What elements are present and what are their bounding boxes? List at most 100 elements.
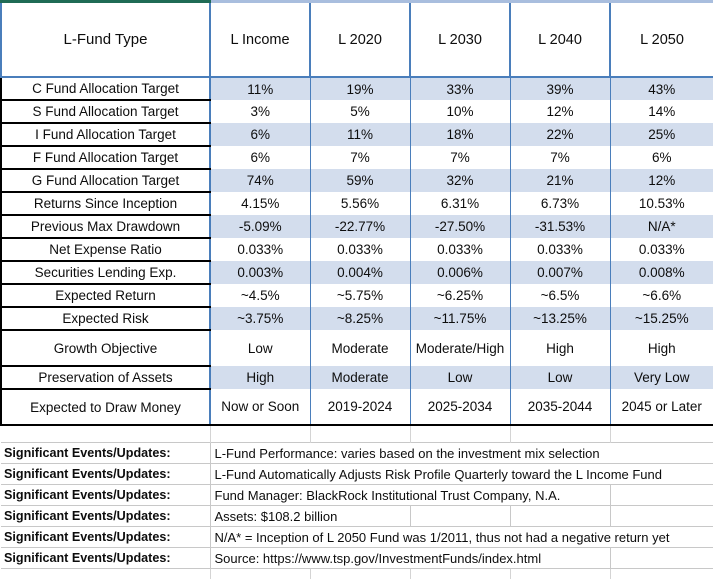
note-row: Significant Events/Updates:Source: https… [1,548,713,569]
note-filler-cell [610,548,713,569]
note-label: Significant Events/Updates: [1,506,210,527]
cell-value: 0.007% [510,261,610,284]
cell-value: 10.53% [610,192,713,215]
cell-value: ~4.5% [210,284,310,307]
note-row: Significant Events/Updates:Assets: $108.… [1,506,713,527]
row-label: Net Expense Ratio [1,238,210,261]
cell-value: 14% [610,100,713,123]
cell-value: 12% [510,100,610,123]
note-text: N/A* = Inception of L 2050 Fund was 1/20… [210,527,713,548]
cell-value: 0.003% [210,261,310,284]
cell-value: 0.033% [510,238,610,261]
spacer-cell [510,425,610,443]
l-fund-comparison-table: L-Fund Type L Income L 2020 L 2030 L 204… [0,0,713,579]
cell-value: 2035-2044 [510,389,610,425]
cell-value: ~3.75% [210,307,310,330]
cell-value: ~11.75% [410,307,510,330]
row-label: Previous Max Drawdown [1,215,210,238]
note-filler-cell [610,485,713,506]
spacer-cell [610,569,713,579]
cell-value: 0.004% [310,261,410,284]
cell-value: -31.53% [510,215,610,238]
cell-value: 43% [610,77,713,100]
table-row: G Fund Allocation Target74%59%32%21%12% [1,169,713,192]
table-row: C Fund Allocation Target11%19%33%39%43% [1,77,713,100]
spacer-cell [1,569,210,579]
spacer-cell [310,569,410,579]
cell-value: -22.77% [310,215,410,238]
cell-value: ~15.25% [610,307,713,330]
cell-value: 7% [310,146,410,169]
table-row: Securities Lending Exp.0.003%0.004%0.006… [1,261,713,284]
cell-value: ~6.6% [610,284,713,307]
cell-value: 0.033% [410,238,510,261]
cell-value: ~8.25% [310,307,410,330]
cell-value: 21% [510,169,610,192]
cell-value: 11% [210,77,310,100]
cell-value: 7% [510,146,610,169]
header-cell-l-2020: L 2020 [310,2,410,78]
table-row: Growth ObjectiveLowModerateModerate/High… [1,330,713,366]
cell-value: 0.033% [210,238,310,261]
header-cell-l-income: L Income [210,2,310,78]
cell-value: -5.09% [210,215,310,238]
cell-value: 0.033% [610,238,713,261]
table-row: Previous Max Drawdown-5.09%-22.77%-27.50… [1,215,713,238]
row-label: G Fund Allocation Target [1,169,210,192]
cell-value: 7% [410,146,510,169]
cell-value: 6% [210,123,310,146]
note-text: L-Fund Performance: varies based on the … [210,443,713,464]
cell-value: 18% [410,123,510,146]
table-row: Preservation of AssetsHighModerateLowLow… [1,366,713,389]
cell-value: ~6.5% [510,284,610,307]
cell-value: 5% [310,100,410,123]
table-row: Expected to Draw MoneyNow or Soon2019-20… [1,389,713,425]
note-row: Significant Events/Updates:L-Fund Automa… [1,464,713,485]
note-row: Significant Events/Updates:Fund Manager:… [1,485,713,506]
cell-value: 6% [610,146,713,169]
note-filler-cell [510,506,610,527]
table-footer-spacer [1,425,713,443]
cell-value: 4.15% [210,192,310,215]
row-label: S Fund Allocation Target [1,100,210,123]
note-label: Significant Events/Updates: [1,464,210,485]
row-label: I Fund Allocation Target [1,123,210,146]
header-cell-l-fund-type: L-Fund Type [1,2,210,78]
cell-value: Moderate [310,366,410,389]
cell-value: 33% [410,77,510,100]
cell-value: 6.31% [410,192,510,215]
table-body: C Fund Allocation Target11%19%33%39%43%S… [1,77,713,579]
note-filler-cell [610,506,713,527]
cell-value: 3% [210,100,310,123]
table-row: F Fund Allocation Target6%7%7%7%6% [1,146,713,169]
note-row: Significant Events/Updates:L-Fund Perfor… [1,443,713,464]
row-label: Growth Objective [1,330,210,366]
cell-value: Moderate/High [410,330,510,366]
spacer-cell [610,425,713,443]
cell-value: 0.008% [610,261,713,284]
note-text: Assets: $108.2 billion [210,506,410,527]
note-label: Significant Events/Updates: [1,527,210,548]
cell-value: 12% [610,169,713,192]
cell-value: Now or Soon [210,389,310,425]
spacer-cell [510,569,610,579]
row-label: Expected to Draw Money [1,389,210,425]
row-label: Returns Since Inception [1,192,210,215]
table-header: L-Fund Type L Income L 2020 L 2030 L 204… [1,2,713,78]
cell-value: ~13.25% [510,307,610,330]
cell-value: Low [510,366,610,389]
table-row: Expected Risk~3.75%~8.25%~11.75%~13.25%~… [1,307,713,330]
cell-value: 19% [310,77,410,100]
row-label: F Fund Allocation Target [1,146,210,169]
cell-value: -27.50% [410,215,510,238]
cell-value: 0.033% [310,238,410,261]
header-cell-l-2030: L 2030 [410,2,510,78]
cell-value: 11% [310,123,410,146]
spacer-cell [310,425,410,443]
cell-value: High [210,366,310,389]
cell-value: 5.56% [310,192,410,215]
cell-value: 32% [410,169,510,192]
cell-value: 59% [310,169,410,192]
bottom-spacer [1,569,713,579]
row-label: Expected Return [1,284,210,307]
